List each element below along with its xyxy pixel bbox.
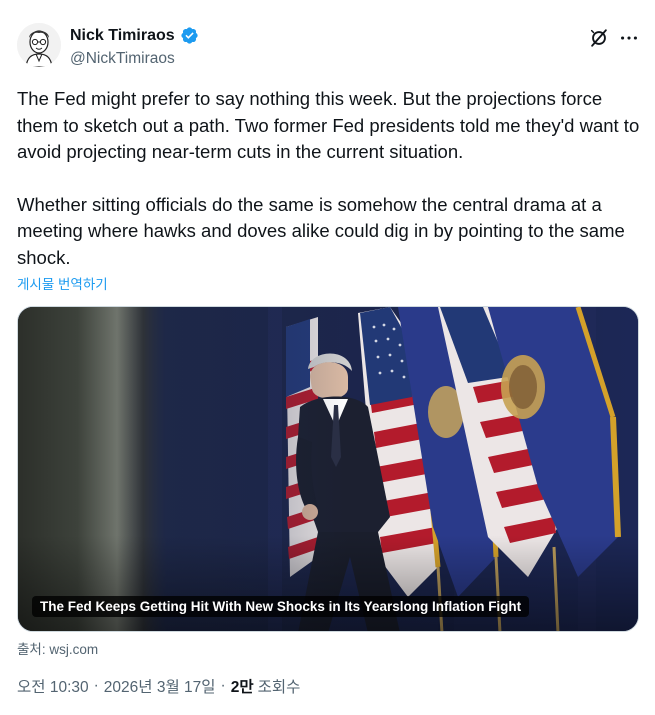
tweet-paragraph: Whether sitting officials do the same is… xyxy=(17,193,625,268)
card-title: The Fed Keeps Getting Hit With New Shock… xyxy=(32,596,530,617)
more-options-icon[interactable] xyxy=(618,27,640,49)
tweet-paragraph: The Fed might prefer to say nothing this… xyxy=(17,88,640,162)
link-card[interactable]: The Fed Keeps Getting Hit With New Shock… xyxy=(17,306,639,632)
avatar[interactable] xyxy=(17,23,61,67)
views-count: 2만 xyxy=(230,679,254,696)
tweet: Nick Timiraos @NickTimiraos The Fed migh… xyxy=(0,0,655,715)
tweet-meta: 오전 10:30 · 2026년 3월 17일 · 2만 조회수 xyxy=(17,675,300,697)
translate-post-link[interactable]: 게시물 번역하기 xyxy=(17,273,108,293)
meta-separator: · xyxy=(220,677,226,694)
card-photo xyxy=(18,307,638,631)
views-label: 조회수 xyxy=(257,679,301,696)
meta-separator: · xyxy=(93,677,99,694)
grok-icon[interactable] xyxy=(588,27,610,49)
verified-badge-icon[interactable] xyxy=(180,26,199,45)
card-source[interactable]: 출처: wsj.com xyxy=(17,638,98,658)
avatar-portrait-icon xyxy=(17,23,61,67)
tweet-text: The Fed might prefer to say nothing this… xyxy=(17,86,642,271)
tweet-time[interactable]: 오전 10:30 xyxy=(17,675,89,697)
tweet-date[interactable]: 2026년 3월 17일 xyxy=(104,675,216,697)
author-handle[interactable]: @NickTimiraos xyxy=(70,50,175,68)
author-name[interactable]: Nick Timiraos xyxy=(70,27,175,45)
author-name-row: Nick Timiraos xyxy=(70,26,199,45)
